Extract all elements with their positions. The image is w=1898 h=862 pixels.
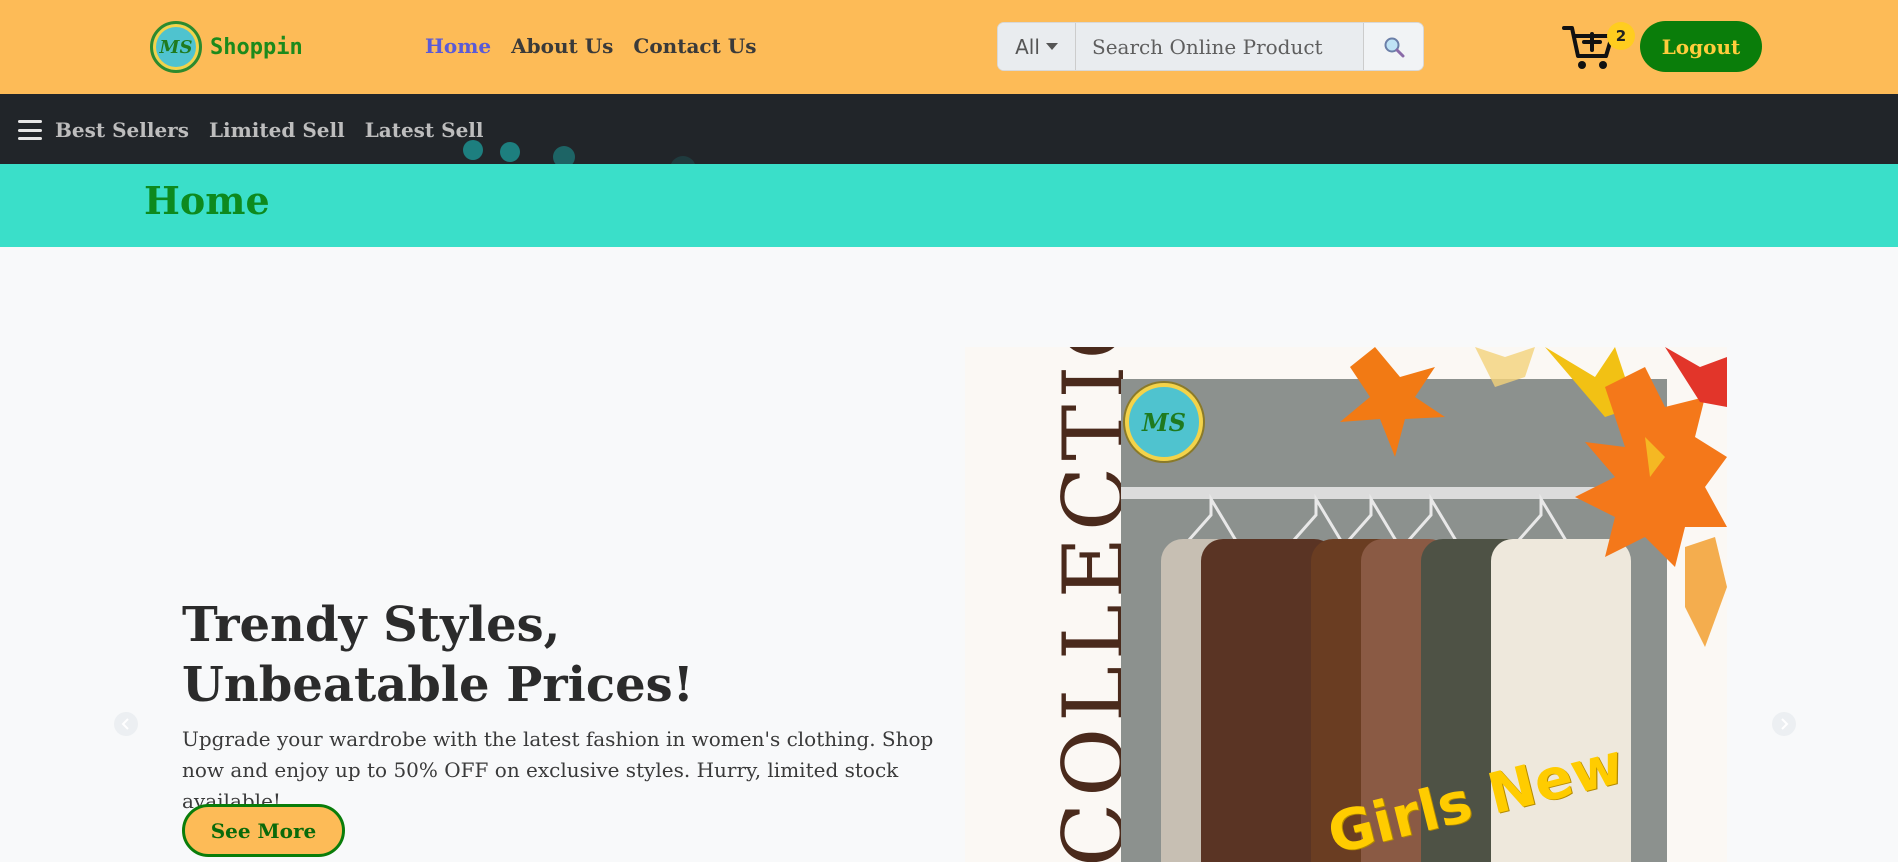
main-nav: Home About Us Contact Us [425, 34, 757, 58]
secondary-nav-links: Best Sellers Limited Sell Latest Sell [55, 118, 484, 142]
hero-banner-image: COLLECTION MS Girls New [965, 347, 1727, 862]
caret-down-icon [1045, 43, 1058, 50]
page-title: Home [144, 178, 270, 223]
subnav-link-limited-sell[interactable]: Limited Sell [209, 118, 345, 142]
top-navbar: MS Shopping Home About Us Contact Us All [0, 0, 1898, 94]
search-category-label: All [1015, 34, 1040, 59]
chevron-right-icon [1781, 718, 1789, 730]
banner-logo-initials: MS [1142, 407, 1186, 437]
search-bar: All [998, 23, 1423, 70]
carousel-next-button[interactable] [1772, 712, 1796, 736]
nav-link-contact-us[interactable]: Contact Us [633, 34, 756, 58]
decorative-dot [500, 142, 520, 162]
brand-logo: MS [150, 21, 202, 73]
subnav-link-best-sellers[interactable]: Best Sellers [55, 118, 189, 142]
brand-name: Shopping [210, 34, 302, 60]
search-icon [1384, 37, 1404, 57]
chevron-left-icon [121, 718, 129, 730]
cart-count-badge: 2 [1607, 22, 1635, 50]
search-category-dropdown[interactable]: All [998, 23, 1076, 70]
brand[interactable]: MS Shopping [150, 20, 302, 74]
search-input[interactable] [1076, 23, 1363, 70]
hamburger-icon[interactable] [18, 120, 42, 140]
hero-title: Trendy Styles, Unbeatable Prices! [182, 597, 694, 713]
subnav-link-latest-sell[interactable]: Latest Sell [365, 118, 484, 142]
carousel-prev-button[interactable] [114, 712, 138, 736]
autumn-leaves-graphic [1340, 347, 1727, 647]
logout-button[interactable]: Logout [1640, 21, 1762, 72]
secondary-navbar: Best Sellers Limited Sell Latest Sell [0, 94, 1898, 182]
decorative-dot [463, 140, 483, 160]
nav-link-home[interactable]: Home [425, 34, 491, 58]
page-header-strip: Home [0, 164, 1898, 247]
banner-logo-badge: MS [1125, 383, 1203, 461]
nav-link-about-us[interactable]: About Us [511, 34, 613, 58]
search-button[interactable] [1363, 23, 1423, 70]
see-more-button[interactable]: See More [182, 804, 345, 857]
brand-logo-initials: MS [159, 36, 193, 58]
